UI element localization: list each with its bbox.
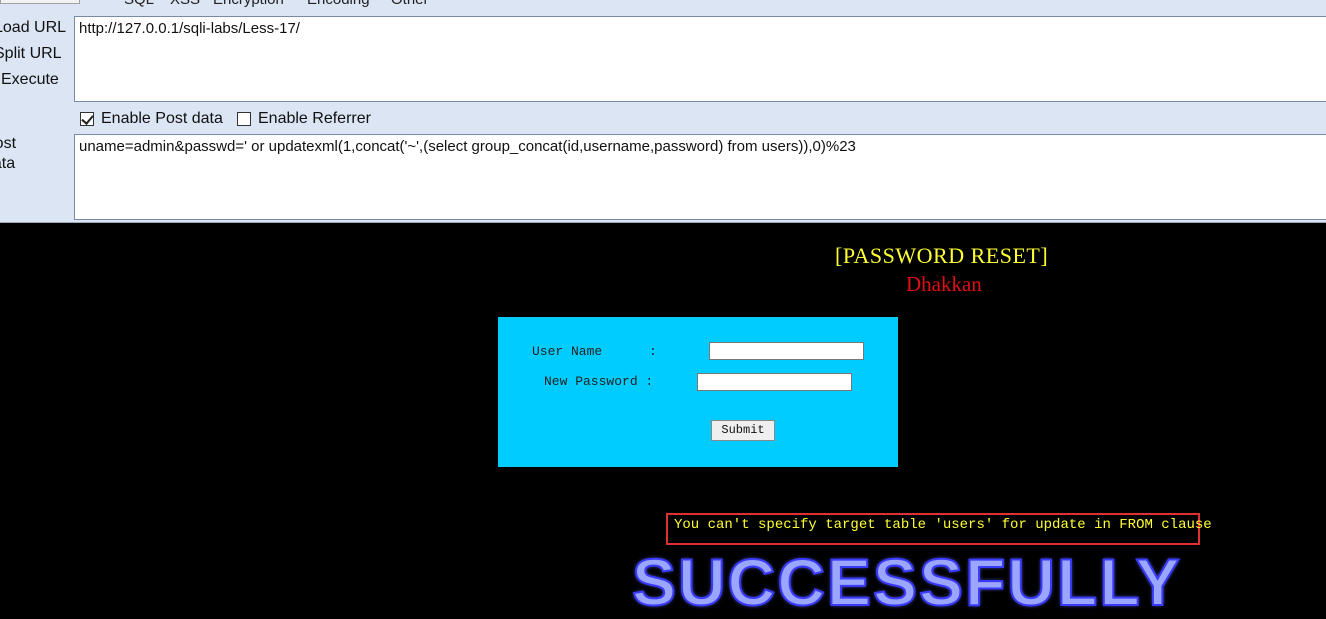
page-title: [PASSWORD RESET]: [835, 243, 1049, 268]
hackbar-panel: ▼ SQL XSS Encryption Encoding Other Load…: [0, 0, 1326, 223]
menu-encryption[interactable]: Encryption: [213, 0, 284, 8]
enable-referrer-checkbox-row[interactable]: Enable Referrer: [237, 109, 371, 129]
page-content: [PASSWORD RESET] Dhakkan User Name : New…: [0, 223, 1326, 616]
menu-encoding[interactable]: Encoding: [307, 0, 370, 8]
submit-button[interactable]: Submit: [711, 420, 775, 441]
post-data-textarea[interactable]: uname=admin&passwd=' or updatexml(1,conc…: [74, 134, 1326, 220]
username-input[interactable]: [709, 342, 864, 360]
toolbar-button[interactable]: [0, 0, 80, 4]
new-password-input[interactable]: [697, 373, 852, 391]
error-message: You can't specify target table 'users' f…: [674, 517, 1212, 533]
password-reset-form: User Name : New Password :: [498, 317, 898, 467]
enable-post-checkbox[interactable]: [80, 112, 94, 126]
success-banner-image: SUCCESSFULLY: [631, 545, 1182, 619]
menu-other[interactable]: Other: [391, 0, 429, 8]
menu-sql[interactable]: SQL: [124, 0, 154, 8]
enable-post-label: Enable Post data: [101, 110, 223, 127]
username-label: User Name :: [532, 344, 657, 359]
url-textarea[interactable]: http://127.0.0.1/sqli-labs/Less-17/: [74, 16, 1326, 102]
enable-post-checkbox-row[interactable]: Enable Post data: [80, 109, 223, 129]
hackbar-menu: ▼ SQL XSS Encryption Encoding Other: [0, 0, 1326, 10]
menu-xss[interactable]: XSS: [170, 0, 200, 8]
post-data-label: Post data: [0, 135, 17, 172]
load-url-button[interactable]: Load URL: [0, 18, 66, 38]
new-password-label: New Password :: [544, 374, 654, 389]
page-subtitle: Dhakkan: [906, 272, 982, 296]
enable-referrer-checkbox[interactable]: [237, 112, 251, 126]
split-url-button[interactable]: Split URL: [0, 44, 62, 64]
execute-button[interactable]: Execute: [1, 70, 59, 90]
enable-referrer-label: Enable Referrer: [258, 110, 371, 127]
